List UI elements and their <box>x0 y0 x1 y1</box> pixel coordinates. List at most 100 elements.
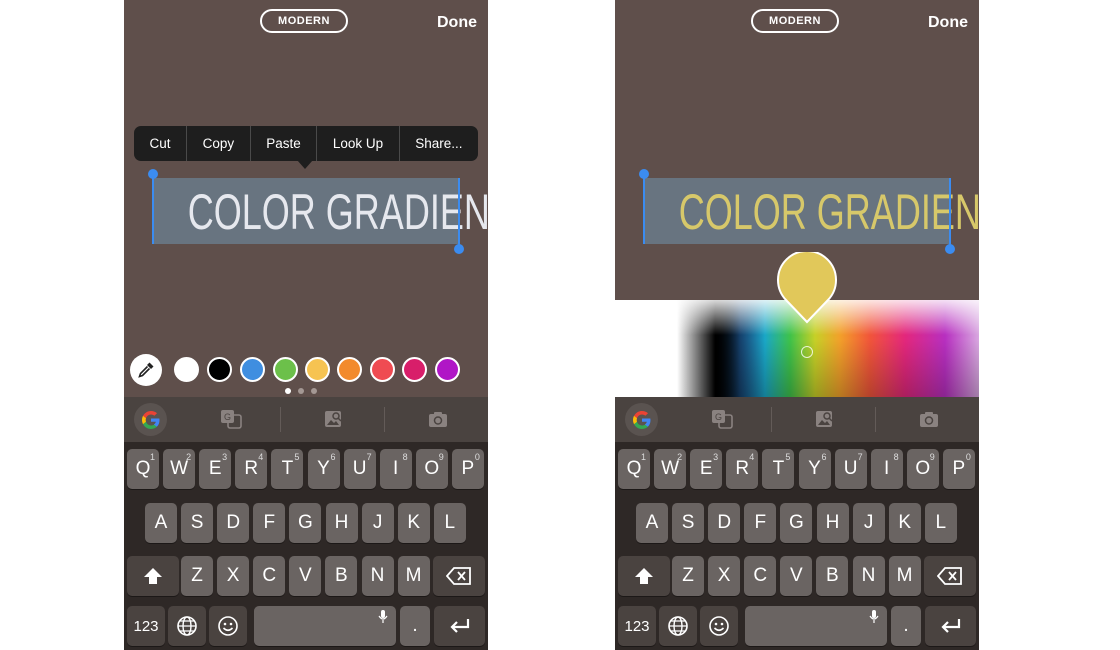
key-u[interactable]: U7 <box>834 449 867 489</box>
numbers-key[interactable]: 123 <box>618 606 656 646</box>
backspace-key[interactable] <box>924 556 976 596</box>
menu-copy[interactable]: Copy <box>187 126 251 161</box>
key-b[interactable]: B <box>816 556 849 596</box>
key-k[interactable]: K <box>397 503 430 543</box>
text-content[interactable]: COLOR GRADIENT <box>679 178 979 244</box>
key-l[interactable]: L <box>924 503 957 543</box>
image-search-icon[interactable] <box>322 408 346 430</box>
color-swatch-black[interactable] <box>207 357 232 382</box>
key-i[interactable]: I8 <box>870 449 903 489</box>
key-d[interactable]: D <box>708 503 741 543</box>
key-v[interactable]: V <box>289 556 322 596</box>
key-b[interactable]: B <box>325 556 358 596</box>
space-key[interactable] <box>254 606 396 646</box>
selection-end-handle[interactable] <box>454 244 464 254</box>
done-button[interactable]: Done <box>437 14 477 32</box>
color-swatch-green[interactable] <box>273 357 298 382</box>
font-style-button[interactable]: MODERN <box>751 9 839 33</box>
key-z[interactable]: Z <box>181 556 213 596</box>
translate-icon[interactable]: G <box>219 408 243 430</box>
key-x[interactable]: X <box>708 556 741 596</box>
done-button[interactable]: Done <box>928 14 968 32</box>
color-swatch-white[interactable] <box>174 357 199 382</box>
key-j[interactable]: J <box>852 503 885 543</box>
menu-cut[interactable]: Cut <box>134 126 188 161</box>
globe-key[interactable] <box>168 606 206 646</box>
key-n[interactable]: N <box>852 556 885 596</box>
google-logo-icon[interactable] <box>625 403 658 436</box>
key-x[interactable]: X <box>217 556 250 596</box>
space-key[interactable] <box>745 606 887 646</box>
key-z[interactable]: Z <box>672 556 704 596</box>
key-w[interactable]: W2 <box>654 449 687 489</box>
key-p[interactable]: P0 <box>942 449 975 489</box>
key-q[interactable]: Q1 <box>127 449 159 489</box>
key-n[interactable]: N <box>361 556 394 596</box>
key-f[interactable]: F <box>253 503 286 543</box>
key-y[interactable]: Y6 <box>307 449 340 489</box>
camera-icon[interactable] <box>917 408 941 430</box>
key-h[interactable]: H <box>325 503 358 543</box>
menu-paste[interactable]: Paste <box>251 126 318 161</box>
key-o[interactable]: O9 <box>906 449 939 489</box>
color-swatch-orange[interactable] <box>337 357 362 382</box>
key-p[interactable]: P0 <box>451 449 484 489</box>
translate-icon[interactable]: G <box>710 408 734 430</box>
key-a[interactable]: A <box>145 503 177 543</box>
key-u[interactable]: U7 <box>343 449 376 489</box>
color-swatch-pink[interactable] <box>402 357 427 382</box>
key-r[interactable]: R4 <box>235 449 268 489</box>
key-s[interactable]: S <box>672 503 705 543</box>
key-e[interactable]: E3 <box>199 449 232 489</box>
key-d[interactable]: D <box>217 503 250 543</box>
key-h[interactable]: H <box>816 503 849 543</box>
gradient-cursor[interactable] <box>801 346 813 358</box>
color-swatch-purple[interactable] <box>435 357 460 382</box>
key-k[interactable]: K <box>888 503 921 543</box>
period-key[interactable]: . <box>400 606 430 646</box>
shift-key[interactable] <box>618 556 670 596</box>
key-s[interactable]: S <box>181 503 214 543</box>
key-v[interactable]: V <box>780 556 813 596</box>
key-q[interactable]: Q1 <box>618 449 650 489</box>
color-swatch-blue[interactable] <box>240 357 265 382</box>
key-w[interactable]: W2 <box>163 449 196 489</box>
emoji-key[interactable] <box>209 606 247 646</box>
text-content[interactable]: COLOR GRADIENT <box>188 178 488 244</box>
key-y[interactable]: Y6 <box>798 449 831 489</box>
menu-look-up[interactable]: Look Up <box>317 126 400 161</box>
google-logo-icon[interactable] <box>134 403 167 436</box>
key-t[interactable]: T5 <box>271 449 304 489</box>
eyedropper-button[interactable] <box>130 354 162 386</box>
selection-end-handle[interactable] <box>945 244 955 254</box>
key-o[interactable]: O9 <box>415 449 448 489</box>
key-m[interactable]: M <box>397 556 430 596</box>
key-j[interactable]: J <box>361 503 394 543</box>
key-l[interactable]: L <box>433 503 466 543</box>
key-e[interactable]: E3 <box>690 449 723 489</box>
camera-icon[interactable] <box>426 408 450 430</box>
font-style-button[interactable]: MODERN <box>260 9 348 33</box>
backspace-key[interactable] <box>433 556 485 596</box>
key-i[interactable]: I8 <box>379 449 412 489</box>
globe-key[interactable] <box>659 606 697 646</box>
menu-share[interactable]: Share... <box>400 126 478 161</box>
color-swatch-red[interactable] <box>370 357 395 382</box>
key-f[interactable]: F <box>744 503 777 543</box>
key-t[interactable]: T5 <box>762 449 795 489</box>
color-swatch-yellow[interactable] <box>305 357 330 382</box>
key-g[interactable]: G <box>289 503 322 543</box>
return-key[interactable] <box>434 606 485 646</box>
return-key[interactable] <box>925 606 976 646</box>
numbers-key[interactable]: 123 <box>127 606 165 646</box>
key-g[interactable]: G <box>780 503 813 543</box>
key-c[interactable]: C <box>253 556 286 596</box>
key-m[interactable]: M <box>888 556 921 596</box>
key-r[interactable]: R4 <box>726 449 759 489</box>
emoji-key[interactable] <box>700 606 738 646</box>
key-a[interactable]: A <box>636 503 668 543</box>
period-key[interactable]: . <box>891 606 921 646</box>
image-search-icon[interactable] <box>813 408 837 430</box>
shift-key[interactable] <box>127 556 179 596</box>
key-c[interactable]: C <box>744 556 777 596</box>
